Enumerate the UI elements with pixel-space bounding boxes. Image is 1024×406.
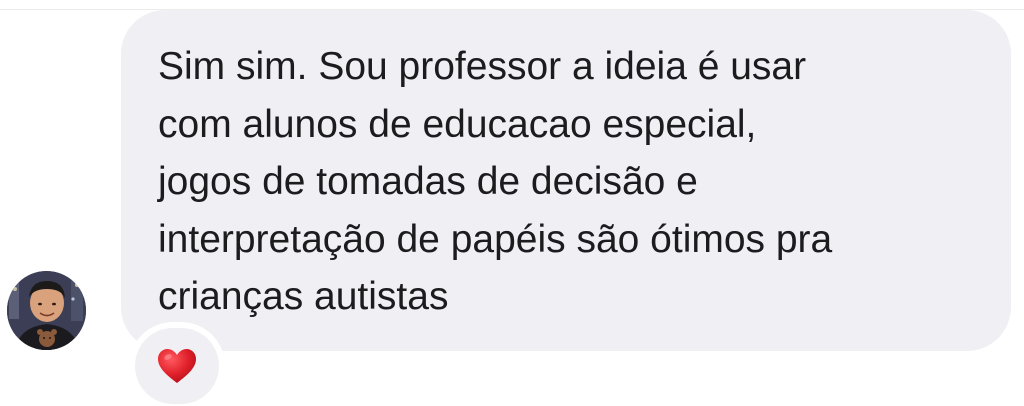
message-row: Sim sim. Sou professor a ideia é usar co… (0, 10, 1024, 406)
top-divider (0, 0, 1024, 10)
avatar-image (7, 271, 86, 350)
chat-view: Sim sim. Sou professor a ideia é usar co… (0, 0, 1024, 406)
sender-avatar[interactable] (7, 271, 86, 350)
reaction-badge[interactable] (135, 328, 219, 404)
red-heart-icon (158, 349, 196, 383)
message-bubble[interactable]: Sim sim. Sou professor a ideia é usar co… (121, 10, 1011, 351)
message-text: Sim sim. Sou professor a ideia é usar co… (158, 45, 833, 318)
